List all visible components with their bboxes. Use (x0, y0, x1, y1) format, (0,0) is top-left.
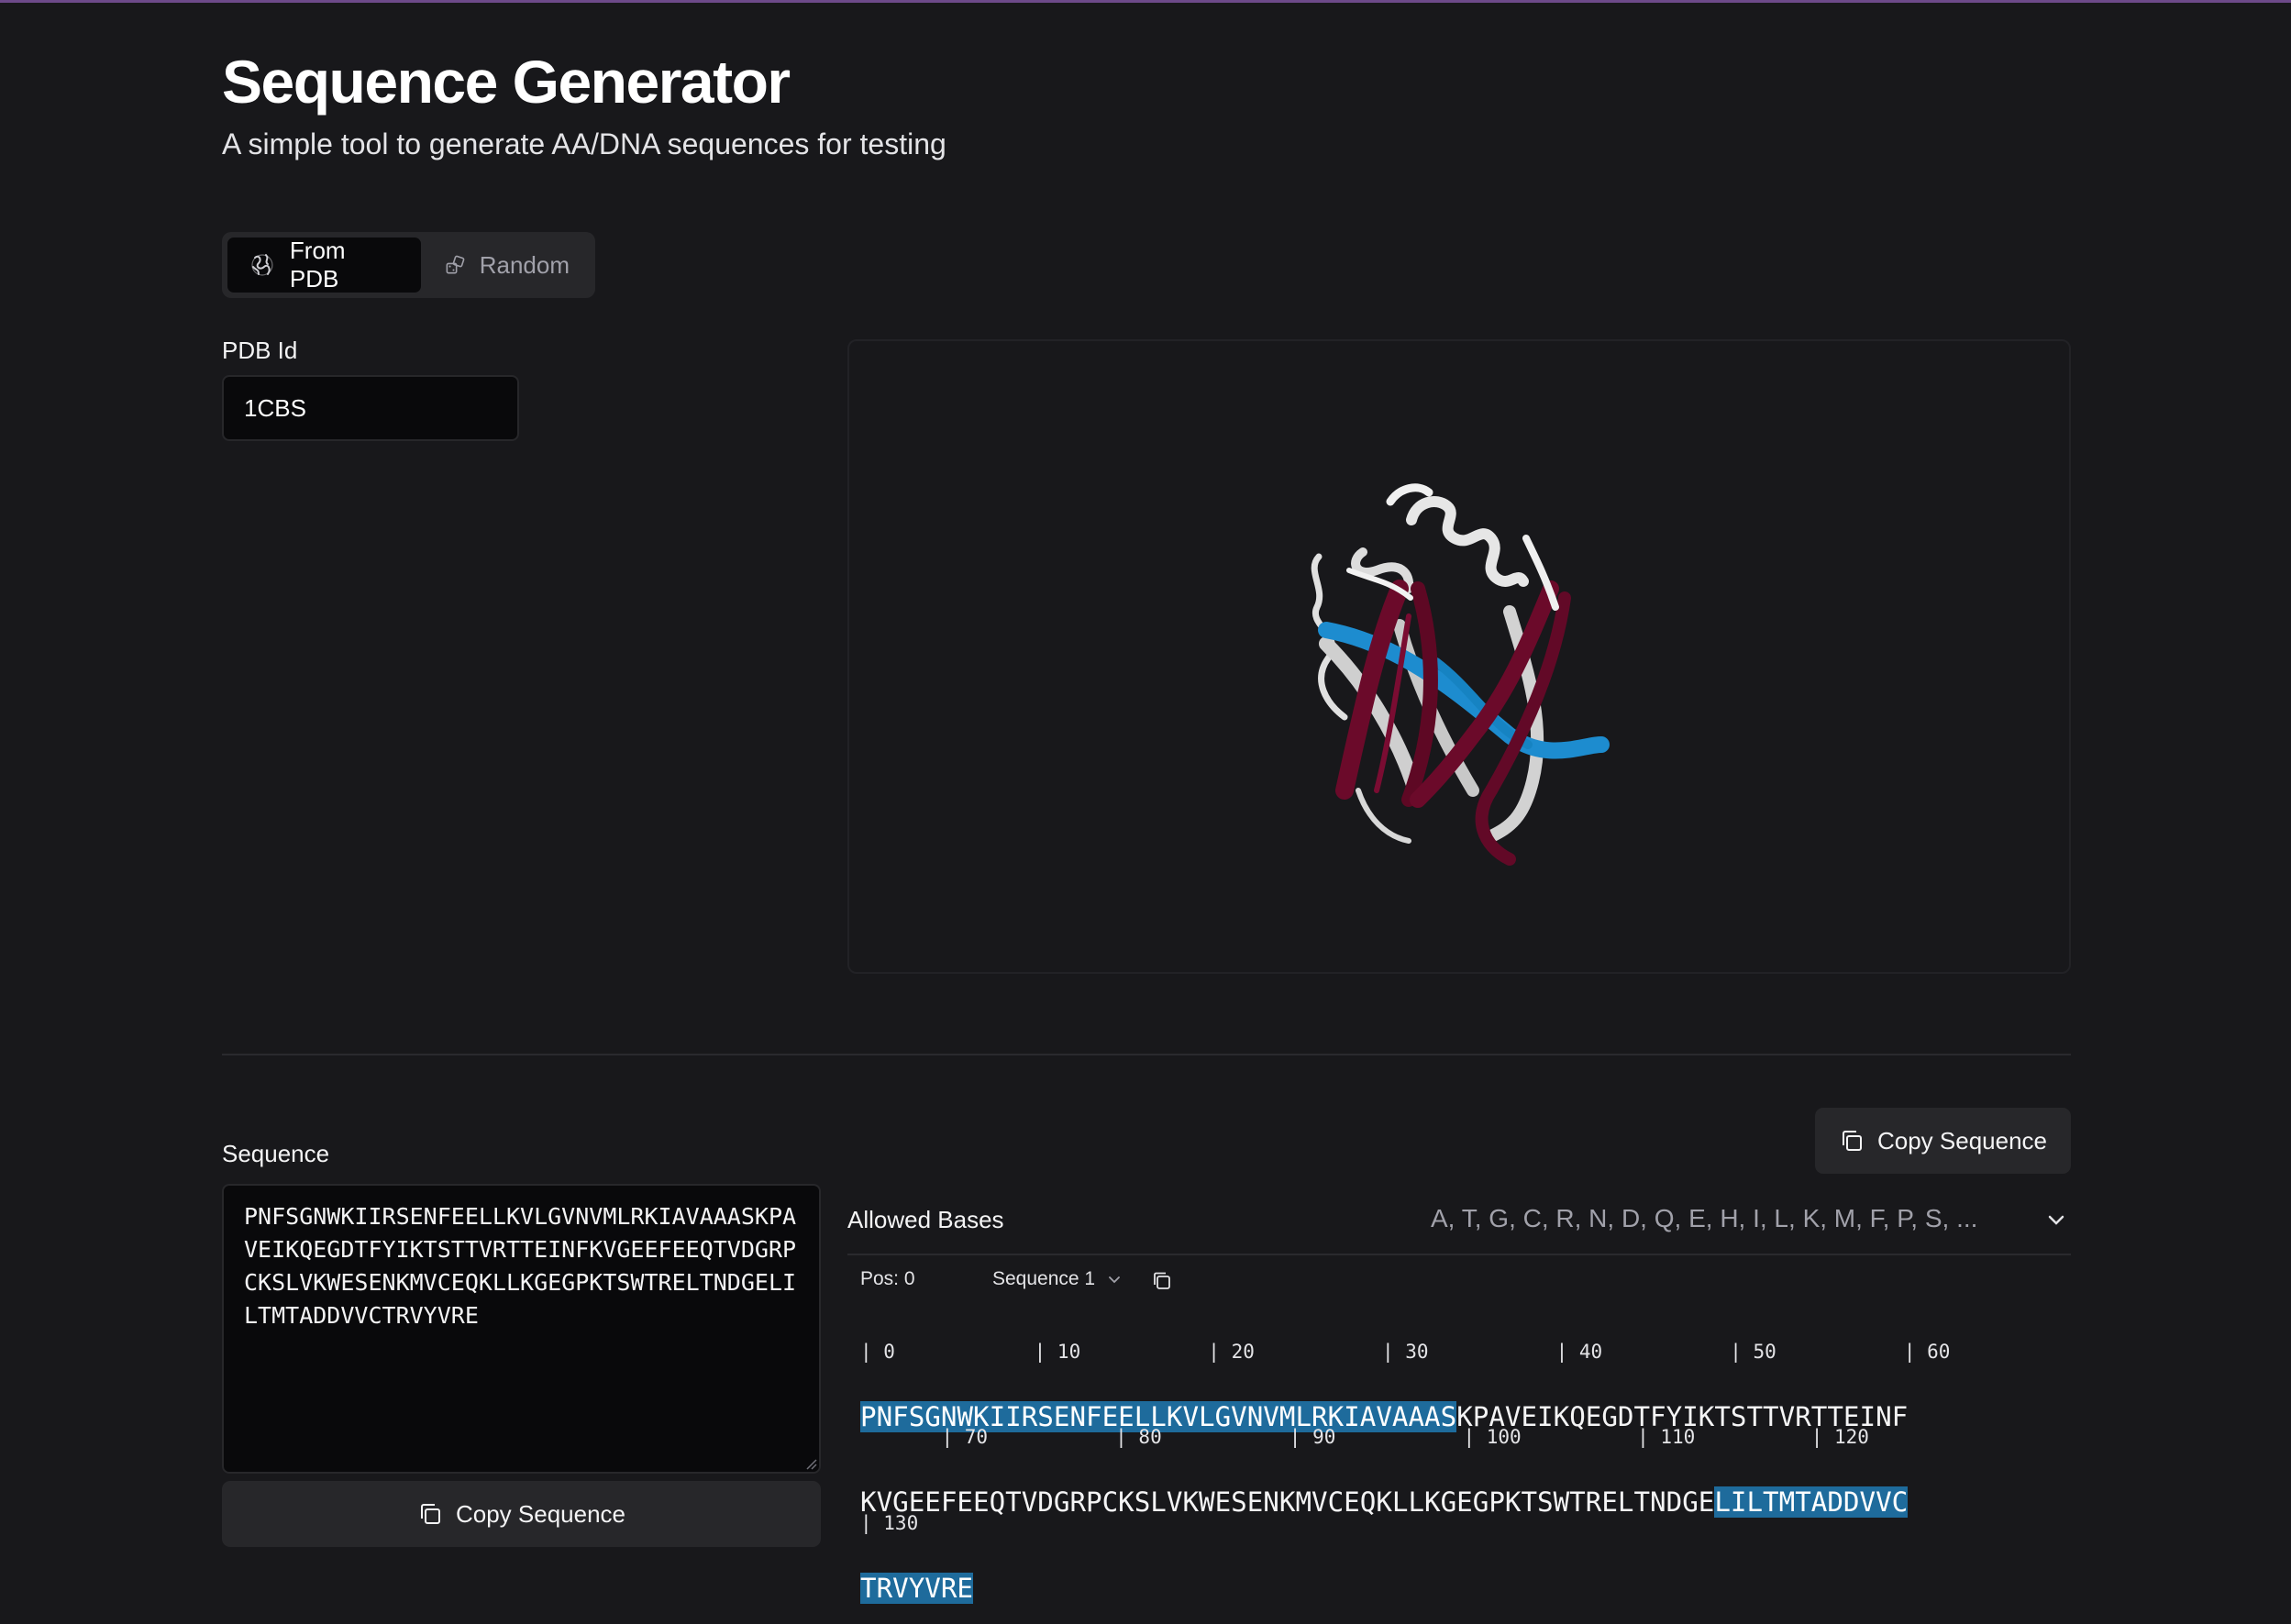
sequence-segment-highlighted[interactable]: TRVYVRE (860, 1573, 974, 1604)
sequence-visualization-row-2: | 70 | 80 | 90 | 100 | 110 | 120 KVGEEFE… (860, 1390, 1909, 1538)
page-title: Sequence Generator (222, 48, 791, 116)
sequence-line-3: TRVYVRE (860, 1570, 974, 1607)
chevron-down-icon (1109, 1276, 1121, 1284)
ruler-line-1: | 0 | 10 | 20 | 30 | 40 | 50 | 60 (860, 1341, 1951, 1363)
copy-visual-sequence-button[interactable]: Copy Sequence (1815, 1108, 2071, 1174)
allowed-bases-select[interactable]: A, T, G, C, R, N, D, Q, E, H, I, L, K, M… (1431, 1204, 2018, 1233)
mode-from-pdb-label: From PDB (289, 237, 346, 293)
pdb-id-input[interactable] (222, 375, 519, 441)
mode-from-pdb-button[interactable]: From PDB (227, 237, 421, 293)
mode-random-button[interactable]: Random (425, 238, 590, 293)
mode-toggle: From PDB Random (222, 232, 595, 298)
allowed-bases-divider (847, 1254, 2071, 1255)
copy-sequence-button[interactable]: Copy Sequence (222, 1481, 821, 1547)
sequence-label: Sequence (222, 1140, 330, 1167)
section-divider (222, 1054, 2071, 1055)
sequence-textarea[interactable]: PNFSGNWKIIRSENFEELLKVLGVNVMLRKIAVAAASKPA… (222, 1184, 821, 1474)
allowed-bases-label: Allowed Bases (847, 1206, 1004, 1233)
sequence-select[interactable]: Sequence 1 (992, 1268, 1123, 1290)
copy-icon (1842, 1131, 1862, 1151)
sequence-visualization-row-3: | 130 TRVYVRE (860, 1476, 974, 1624)
position-indicator: Pos: 0 (860, 1268, 915, 1289)
structure-viewer[interactable] (847, 339, 2071, 974)
copy-icon[interactable] (1150, 1269, 1174, 1293)
protein-structure-render (1311, 483, 1610, 866)
sequence-line-2: KVGEEFEEQTVDGRPCKSLVKWESENKMVCEQKLLKGEGP… (860, 1484, 1909, 1520)
copy-visual-sequence-label: Copy Sequence (1876, 1126, 2048, 1154)
sequence-segment[interactable]: KVGEEFEEQTVDGRPCKSLVKWESENKMVCEQKLLKGEGP… (860, 1486, 1714, 1518)
dice-icon (446, 255, 465, 274)
resize-handle-icon[interactable] (804, 1457, 817, 1470)
pdb-id-label: PDB Id (222, 337, 298, 364)
mode-random-label: Random (479, 250, 570, 279)
sequence-select-label: Sequence 1 (992, 1268, 1096, 1289)
protein-icon (251, 254, 273, 276)
chevron-down-icon[interactable] (2043, 1208, 2069, 1233)
copy-icon (420, 1504, 440, 1524)
page-subtitle: A simple tool to generate AA/DNA sequenc… (222, 127, 946, 160)
ruler-line-2: | 70 | 80 | 90 | 100 | 110 | 120 (860, 1426, 1869, 1448)
ruler-line-3: | 130 (860, 1512, 919, 1534)
copy-sequence-label: Copy Sequence (455, 1499, 626, 1528)
sequence-segment-highlighted[interactable]: LILTMTADDVVC (1714, 1486, 1909, 1518)
